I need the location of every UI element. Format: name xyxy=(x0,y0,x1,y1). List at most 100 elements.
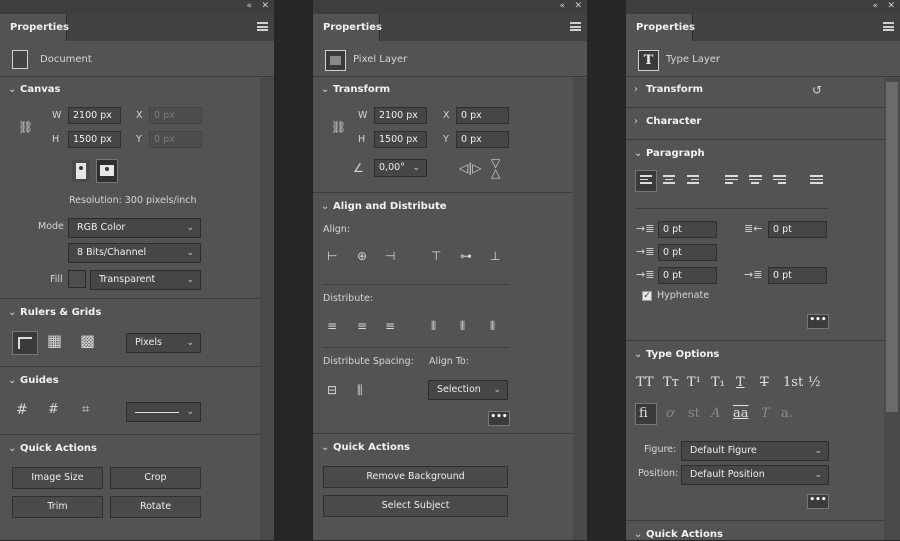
ordinal-alternates-icon[interactable]: a. xyxy=(781,406,793,422)
align-right-edges-icon[interactable]: ⊣ xyxy=(385,249,395,263)
collapse-icon[interactable]: « xyxy=(872,1,878,12)
close-icon[interactable]: ✕ xyxy=(887,1,895,12)
distribute-right-icon[interactable]: ⫴ xyxy=(490,319,495,333)
remove-background-button[interactable]: Remove Background xyxy=(323,466,508,488)
x-input[interactable]: 0 px xyxy=(456,107,509,124)
tab-properties[interactable]: Properties xyxy=(0,14,69,41)
guide-layout-icon[interactable]: # xyxy=(16,403,28,417)
indent-first-line-input[interactable]: 0 pt xyxy=(658,244,717,261)
ruler-icon[interactable] xyxy=(12,331,38,355)
stylistic-alternates-icon[interactable]: aa xyxy=(733,406,749,422)
fractions-icon[interactable]: ½ xyxy=(808,375,821,391)
justify-last-right-icon[interactable] xyxy=(773,175,786,187)
align-left-edges-icon[interactable]: ⊢ xyxy=(327,249,337,263)
distribute-left-icon[interactable]: ⫴ xyxy=(431,319,436,333)
space-after-input[interactable]: 0 pt xyxy=(768,267,827,284)
crop-button[interactable]: Crop xyxy=(110,467,201,489)
ligatures-button[interactable]: fi xyxy=(635,403,657,425)
type-options-more-button[interactable]: ••• xyxy=(807,494,829,509)
reset-icon[interactable]: ↺ xyxy=(812,83,822,97)
mode-dropdown[interactable]: RGB Color ⌄ xyxy=(68,218,201,238)
tab-properties[interactable]: Properties xyxy=(313,14,382,41)
landscape-orientation-icon[interactable] xyxy=(96,159,118,183)
fill-swatch[interactable] xyxy=(68,270,86,288)
paragraph-more-button[interactable]: ••• xyxy=(807,314,829,329)
position-dropdown[interactable]: Default Position ⌄ xyxy=(681,465,829,485)
rotate-button[interactable]: Rotate xyxy=(110,496,201,518)
section-character[interactable]: › Character xyxy=(634,116,701,128)
titling-alternates-icon[interactable]: T xyxy=(761,406,770,422)
guides-grid-icon[interactable]: ▩ xyxy=(80,333,95,349)
image-size-button[interactable]: Image Size xyxy=(12,467,103,489)
superscript-icon[interactable]: T¹ xyxy=(687,375,701,391)
width-input[interactable]: 2100 px xyxy=(68,107,121,124)
space-before-input[interactable]: 0 pt xyxy=(658,267,717,284)
section-quick-actions[interactable]: ⌄ Quick Actions xyxy=(321,442,410,454)
panel-menu-icon[interactable] xyxy=(883,22,894,31)
align-bottom-edges-icon[interactable]: ⊥ xyxy=(490,249,500,263)
distribute-vertical-spacing-icon[interactable]: ⊟ xyxy=(327,383,337,397)
ruler-units-dropdown[interactable]: Pixels ⌄ xyxy=(126,333,201,353)
section-transform[interactable]: › Transform xyxy=(634,84,703,96)
hyphenate-checkbox[interactable]: ✓ xyxy=(642,291,652,301)
scrollbar-thumb[interactable] xyxy=(886,82,898,412)
tab-properties[interactable]: Properties xyxy=(626,14,695,41)
height-input[interactable]: 1500 px xyxy=(68,131,121,148)
distribute-bottom-icon[interactable]: ≡ xyxy=(385,319,395,333)
justify-all-icon[interactable] xyxy=(810,175,823,187)
clear-guides-icon[interactable]: ⌗ xyxy=(82,403,89,417)
scrollbar[interactable] xyxy=(884,78,900,540)
ordinals-icon[interactable]: 1st xyxy=(783,375,803,391)
more-options-button[interactable]: ••• xyxy=(488,411,510,426)
x-input[interactable]: 0 px xyxy=(149,107,202,124)
align-vertical-centers-icon[interactable]: ⊶ xyxy=(460,249,472,263)
panel-menu-icon[interactable] xyxy=(257,22,268,31)
indent-left-input[interactable]: 0 pt xyxy=(658,221,717,238)
align-to-dropdown[interactable]: Selection ⌄ xyxy=(428,380,508,400)
lock-guides-icon[interactable]: # xyxy=(48,403,59,417)
portrait-orientation-icon[interactable] xyxy=(72,160,90,182)
section-align-distribute[interactable]: ⌄ Align and Distribute xyxy=(321,201,447,213)
align-horizontal-centers-icon[interactable]: ⊕ xyxy=(357,249,367,263)
close-icon[interactable]: ✕ xyxy=(574,1,582,12)
small-caps-icon[interactable]: Tт xyxy=(663,375,679,391)
distribute-horizontal-spacing-icon[interactable]: ⫼ xyxy=(357,383,363,397)
flip-horizontal-icon[interactable]: ◁|▷ xyxy=(459,161,482,175)
align-center-text-icon[interactable] xyxy=(663,175,676,187)
height-input[interactable]: 1500 px xyxy=(374,131,427,148)
y-input[interactable]: 0 px xyxy=(149,131,202,148)
link-icon[interactable]: ⛓ xyxy=(331,120,346,134)
section-paragraph[interactable]: ⌄ Paragraph xyxy=(634,148,705,160)
section-rulers-grids[interactable]: ⌄ Rulers & Grids xyxy=(8,307,101,319)
link-icon[interactable]: ⛓ xyxy=(18,120,33,134)
section-type-options[interactable]: ⌄ Type Options xyxy=(634,349,719,361)
close-icon[interactable]: ✕ xyxy=(261,1,269,12)
strikethrough-icon[interactable]: T xyxy=(760,375,769,391)
trim-button[interactable]: Trim xyxy=(12,496,103,518)
y-input[interactable]: 0 px xyxy=(456,131,509,148)
panel-menu-icon[interactable] xyxy=(570,22,581,31)
discretionary-ligatures-icon[interactable]: st xyxy=(688,406,700,422)
swash-icon[interactable]: A xyxy=(711,406,720,422)
distribute-top-icon[interactable]: ≡ xyxy=(327,319,337,333)
align-right-text-icon[interactable] xyxy=(687,175,700,187)
width-input[interactable]: 2100 px xyxy=(374,107,427,124)
select-subject-button[interactable]: Select Subject xyxy=(323,495,508,517)
guide-style-dropdown[interactable]: ⌄ xyxy=(126,402,201,422)
align-top-edges-icon[interactable]: ⊤ xyxy=(431,249,441,263)
section-quick-actions[interactable]: ⌄ Quick Actions xyxy=(634,529,723,541)
align-left-text-icon[interactable] xyxy=(635,170,657,192)
figure-dropdown[interactable]: Default Figure ⌄ xyxy=(681,441,829,461)
section-transform[interactable]: ⌄ Transform xyxy=(321,84,390,96)
distribute-horizontal-centers-icon[interactable]: ⫴ xyxy=(460,319,465,333)
section-quick-actions[interactable]: ⌄ Quick Actions xyxy=(8,443,97,455)
collapse-icon[interactable]: « xyxy=(246,1,252,12)
flip-vertical-icon[interactable]: ▽ △ xyxy=(491,157,500,179)
collapse-icon[interactable]: « xyxy=(559,1,565,12)
section-canvas[interactable]: ⌄ Canvas xyxy=(8,84,60,96)
fill-dropdown[interactable]: Transparent ⌄ xyxy=(90,270,201,290)
justify-last-center-icon[interactable] xyxy=(749,175,762,187)
scrollbar[interactable] xyxy=(260,78,274,540)
distribute-vertical-centers-icon[interactable]: ≡ xyxy=(357,319,367,333)
scrollbar[interactable] xyxy=(573,78,587,540)
